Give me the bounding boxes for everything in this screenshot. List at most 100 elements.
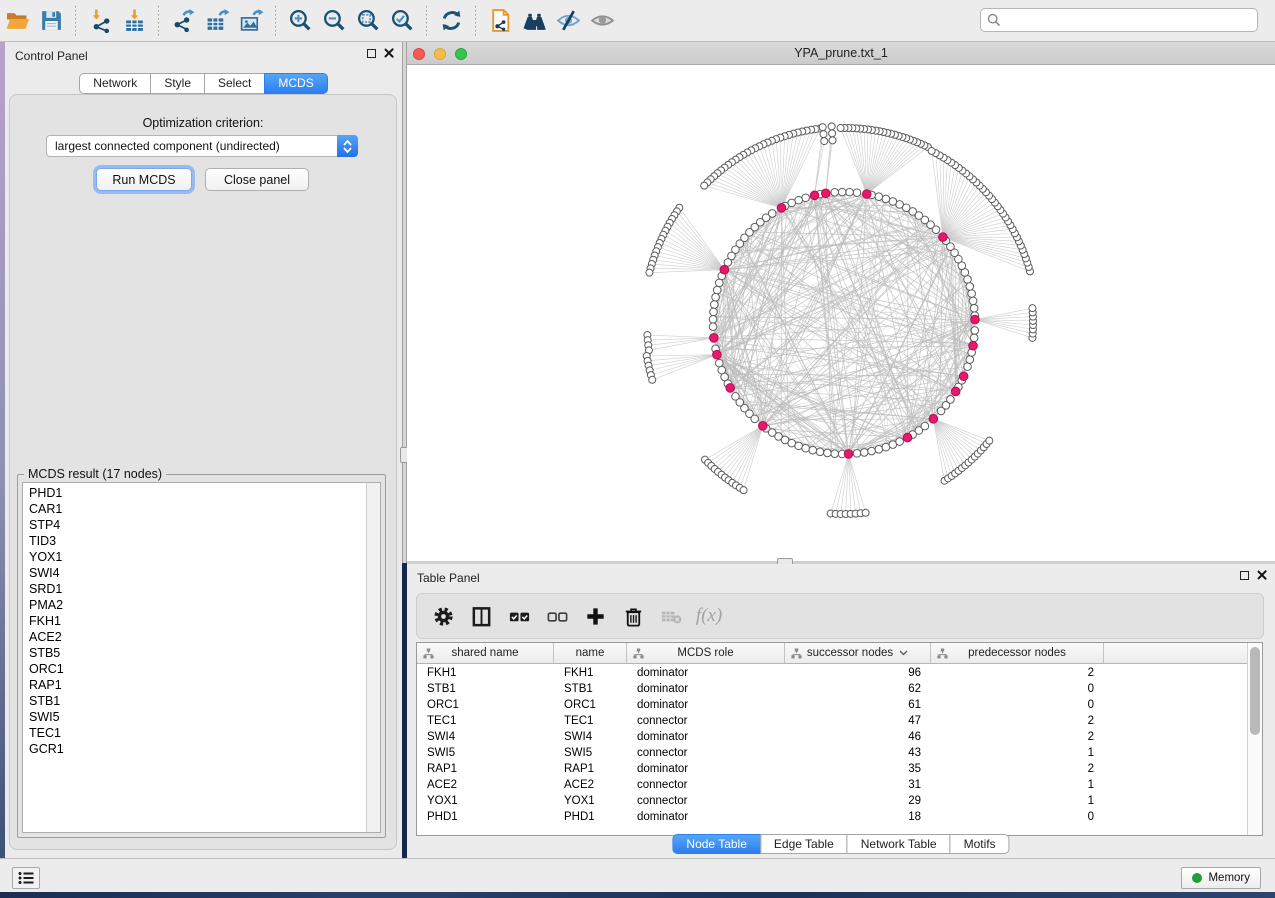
mcds-result-item[interactable]: SRD1: [23, 581, 366, 597]
network-canvas[interactable]: [407, 65, 1275, 561]
cell-predecessor-nodes: 2: [931, 729, 1104, 745]
delete-table-button[interactable]: [655, 600, 687, 632]
mcds-result-item[interactable]: TEC1: [23, 725, 366, 741]
network-titlebar[interactable]: YPA_prune.txt_1: [407, 42, 1275, 65]
export-image-icon: [239, 8, 264, 33]
toolbar-separator: [426, 6, 427, 36]
table-row[interactable]: SWI5SWI5connector431: [417, 745, 1247, 761]
control-panel-title: Control Panel: [15, 49, 88, 63]
close-panel-button[interactable]: Close panel: [205, 168, 309, 191]
mcds-result-item[interactable]: ACE2: [23, 629, 366, 645]
open-file-button[interactable]: [0, 4, 34, 38]
eye-slash-icon: [556, 8, 581, 33]
function-builder-button[interactable]: f(x): [693, 600, 725, 632]
table-row[interactable]: FKH1FKH1dominator962: [417, 665, 1247, 681]
mcds-result-item[interactable]: PMA2: [23, 597, 366, 613]
mcds-result-item[interactable]: RAP1: [23, 677, 366, 693]
tab-style[interactable]: Style: [150, 73, 205, 94]
table-scrollbar[interactable]: [1247, 643, 1262, 835]
zoom-selected-button[interactable]: [385, 4, 419, 38]
cell-predecessor-nodes: 0: [931, 697, 1104, 713]
import-table-button[interactable]: [117, 4, 151, 38]
mcds-result-item[interactable]: STB1: [23, 693, 366, 709]
zoom-out-button[interactable]: [317, 4, 351, 38]
cell-name: STB1: [554, 681, 627, 697]
mcds-result-item[interactable]: CAR1: [23, 501, 366, 517]
cell-predecessor-nodes: 2: [931, 665, 1104, 681]
table-row[interactable]: RAP1RAP1dominator352: [417, 761, 1247, 777]
attribute-tree-icon: [633, 648, 644, 659]
mcds-result-item[interactable]: SWI4: [23, 565, 366, 581]
mcds-result-item[interactable]: FKH1: [23, 613, 366, 629]
binoculars-button[interactable]: [517, 4, 551, 38]
table-panel-tabs: Node TableEdge TableNetwork TableMotifs: [672, 834, 1009, 854]
network-from-document-button[interactable]: [483, 4, 517, 38]
table-row[interactable]: PHD1PHD1dominator180: [417, 809, 1247, 825]
table-row[interactable]: TEC1TEC1connector472: [417, 713, 1247, 729]
column-header-shared-name[interactable]: shared name: [417, 643, 554, 663]
add-column-button[interactable]: [579, 600, 611, 632]
select-all-button[interactable]: [503, 600, 535, 632]
deselect-all-button[interactable]: [541, 600, 573, 632]
hide-selected-button[interactable]: [551, 4, 585, 38]
memory-button[interactable]: Memory: [1181, 867, 1261, 889]
mcds-result-item[interactable]: TID3: [23, 533, 366, 549]
table-row[interactable]: YOX1YOX1connector291: [417, 793, 1247, 809]
attribute-tree-icon: [937, 648, 948, 659]
table-row[interactable]: ACE2ACE2connector311: [417, 777, 1247, 793]
import-network-button[interactable]: [83, 4, 117, 38]
table-tab-motifs[interactable]: Motifs: [950, 834, 1010, 854]
table-settings-button[interactable]: [427, 600, 459, 632]
table-row[interactable]: ORC1ORC1dominator610: [417, 697, 1247, 713]
tab-select[interactable]: Select: [204, 73, 265, 94]
table-row[interactable]: SWI4SWI4dominator462: [417, 729, 1247, 745]
network-title: YPA_prune.txt_1: [407, 46, 1275, 60]
mcds-result-item[interactable]: SWI5: [23, 709, 366, 725]
result-list-scrollbar[interactable]: [366, 483, 380, 832]
search-input[interactable]: [980, 8, 1258, 32]
column-header-predecessor-nodes[interactable]: predecessor nodes: [931, 643, 1104, 663]
toggle-columns-button[interactable]: [465, 600, 497, 632]
table-scrollbar-thumb[interactable]: [1250, 647, 1260, 735]
export-table-button[interactable]: [200, 4, 234, 38]
float-panel-icon[interactable]: [1240, 571, 1249, 580]
mcds-result-item[interactable]: STB5: [23, 645, 366, 661]
save-session-button[interactable]: [34, 4, 68, 38]
zoom-fit-button[interactable]: [351, 4, 385, 38]
mcds-result-item[interactable]: ORC1: [23, 661, 366, 677]
mcds-result-item[interactable]: PHD1: [23, 485, 366, 501]
mcds-result-item[interactable]: GCR1: [23, 741, 366, 757]
close-panel-icon[interactable]: [1257, 570, 1267, 580]
mcds-result-item[interactable]: STP4: [23, 517, 366, 533]
mcds-tab-content: Optimization criterion: largest connecte…: [9, 94, 397, 850]
refresh-button[interactable]: [434, 4, 468, 38]
tab-mcds[interactable]: MCDS: [264, 73, 327, 94]
mcds-result-item[interactable]: YOX1: [23, 549, 366, 565]
toolbar-separator: [75, 6, 76, 36]
show-all-button[interactable]: [585, 4, 619, 38]
cell-mcds-role: dominator: [627, 809, 785, 825]
mcds-result-list[interactable]: PHD1CAR1STP4TID3YOX1SWI4SRD1PMA2FKH1ACE2…: [22, 482, 381, 833]
cell-predecessor-nodes: 1: [931, 777, 1104, 793]
close-panel-icon[interactable]: [384, 48, 394, 58]
delete-columns-button[interactable]: [617, 600, 649, 632]
table-row[interactable]: STB1STB1dominator620: [417, 681, 1247, 697]
cell-shared-name: SWI5: [417, 745, 554, 761]
run-mcds-button[interactable]: Run MCDS: [96, 168, 192, 191]
mcds-result-title: MCDS result (17 nodes): [24, 467, 166, 481]
table-tab-edge-table[interactable]: Edge Table: [760, 834, 848, 854]
float-panel-icon[interactable]: [367, 49, 376, 58]
table-tab-node-table[interactable]: Node Table: [672, 834, 761, 854]
console-levels-button[interactable]: [12, 867, 40, 889]
tab-network[interactable]: Network: [79, 73, 151, 94]
export-network-button[interactable]: [166, 4, 200, 38]
export-image-button[interactable]: [234, 4, 268, 38]
column-header-name[interactable]: name: [554, 643, 627, 663]
table-tab-network-table[interactable]: Network Table: [847, 834, 951, 854]
delete-table-icon: [660, 605, 683, 628]
criterion-dropdown[interactable]: largest connected component (undirected): [46, 135, 358, 157]
gear-icon: [432, 605, 455, 628]
zoom-in-button[interactable]: [283, 4, 317, 38]
column-header-mcds-role[interactable]: MCDS role: [627, 643, 785, 663]
column-header-successor-nodes[interactable]: successor nodes: [785, 643, 931, 663]
